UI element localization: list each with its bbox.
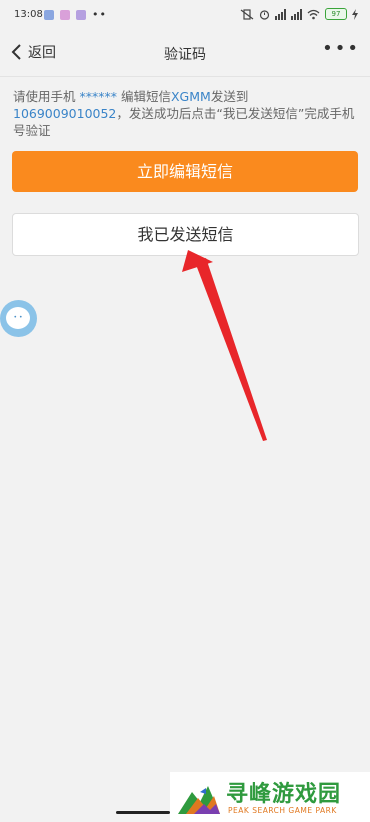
app-notification-icon: [60, 9, 70, 20]
floating-assistant-button[interactable]: • •: [0, 300, 37, 337]
mountain-logo-icon: [178, 786, 220, 814]
instruction-text: 发送到: [210, 89, 249, 104]
wifi-icon: [307, 9, 320, 19]
app-notification-icon: [76, 9, 86, 20]
status-bar: 13:08 •• 97: [0, 0, 370, 30]
status-icons: 97: [240, 8, 358, 20]
watermark: 寻峰游戏园 PEAK SEARCH GAME PARK: [170, 772, 370, 822]
arrow-shaft: [195, 258, 267, 441]
instruction-text: 请使用手机: [13, 89, 80, 104]
instruction-text: 编辑短信: [120, 89, 171, 104]
assistant-icon: • •: [6, 307, 30, 329]
watermark-title: 寻峰游戏园: [226, 782, 342, 807]
sms-code: XGMM: [170, 89, 211, 104]
status-time: 13:08: [14, 9, 43, 20]
vibrate-icon: [240, 8, 254, 20]
edit-sms-button[interactable]: 立即编辑短信: [12, 151, 358, 192]
nav-bar: 返回 验证码 •••: [0, 30, 370, 77]
alarm-icon: [259, 9, 270, 20]
page-title: 验证码: [164, 47, 206, 63]
home-indicator[interactable]: [116, 811, 170, 814]
more-notifications-icon: ••: [92, 8, 107, 21]
app-notification-icon: [44, 9, 54, 20]
watermark-subtitle: PEAK SEARCH GAME PARK: [228, 806, 337, 815]
signal-icon: [291, 8, 302, 20]
more-options-icon[interactable]: •••: [322, 40, 360, 58]
notification-icons: ••: [44, 8, 107, 21]
sms-sent-button[interactable]: 我已发送短信: [12, 213, 359, 256]
battery-icon: 97: [325, 8, 347, 20]
charging-icon: [352, 8, 358, 20]
target-number: 1069009010052: [13, 106, 117, 121]
signal-icon: [275, 8, 286, 20]
masked-phone: ******: [79, 89, 117, 104]
verification-instruction: 请使用手机 ****** 编辑短信XGMM发送到 1069009010052，发…: [13, 88, 359, 139]
